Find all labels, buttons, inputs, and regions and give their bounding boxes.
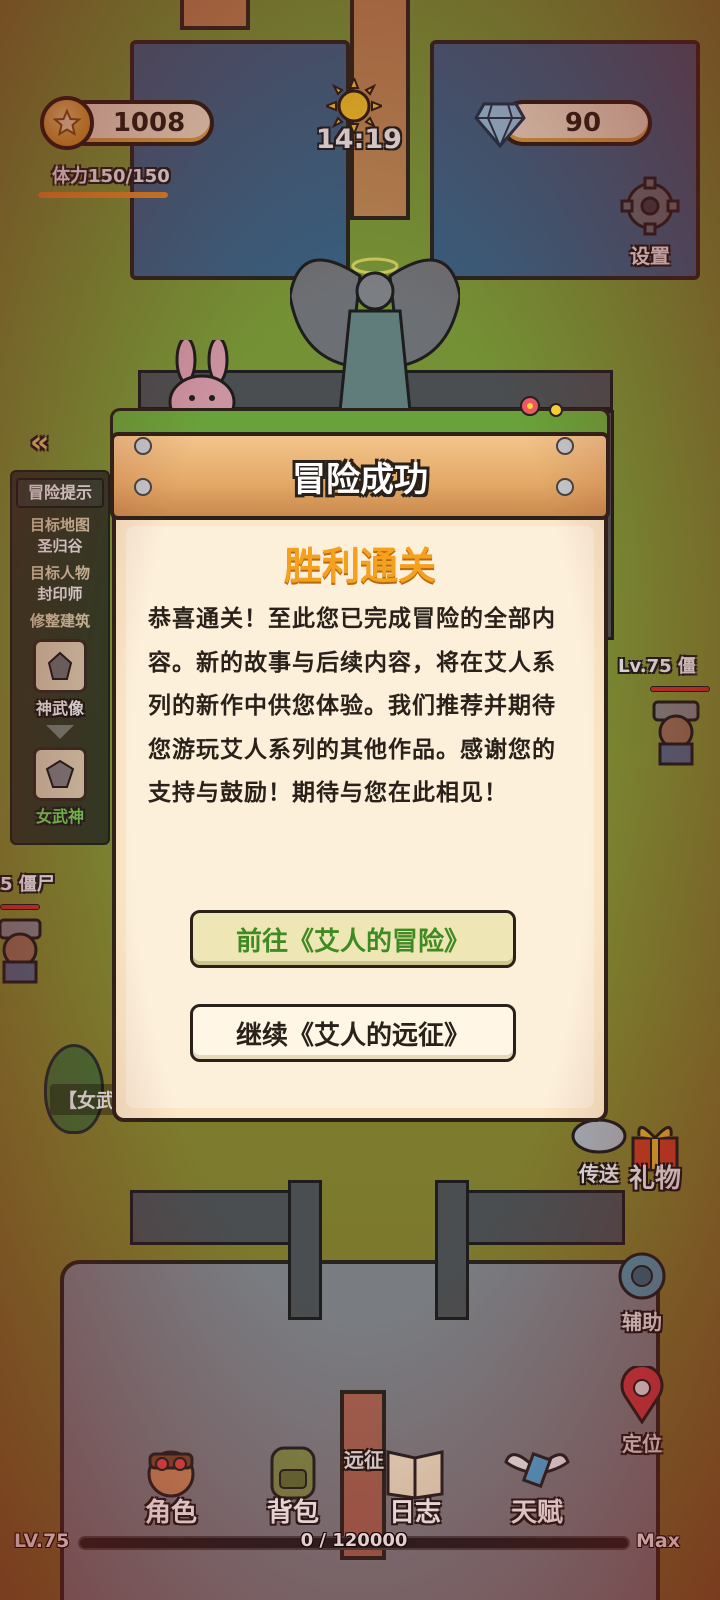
game-screen: 1008 90 14:19 体力150/150 设置 « 冒险提示 目标地图 圣… — [0, 0, 720, 1600]
screw-icon — [556, 478, 574, 496]
nav-talent-label: 天赋 — [510, 1498, 563, 1528]
screw-icon — [134, 437, 152, 455]
nav-character-label: 角色 — [144, 1498, 197, 1528]
nav-journal-label: 日志 — [388, 1498, 441, 1528]
dialog-message: 恭喜通关！至此您已完成冒险的全部内容。新的故事与后续内容，将在艾人系列的新作中供… — [148, 606, 556, 806]
nav-character[interactable]: 角色 — [116, 1440, 226, 1529]
nav-backpack[interactable]: 背包 — [238, 1440, 348, 1529]
continue-expedition-button[interactable]: 继续《艾人的远征》 — [190, 1004, 516, 1062]
max-label: Max — [636, 1530, 680, 1552]
screw-icon — [556, 437, 574, 455]
backpack-icon — [270, 1446, 316, 1500]
go-to-adventure-button[interactable]: 前往《艾人的冒险》 — [190, 910, 516, 968]
nav-backpack-label: 背包 — [266, 1498, 319, 1528]
dialog-title: 冒险成功 — [292, 459, 428, 500]
winged-talent-icon — [504, 1451, 570, 1489]
victory-headline: 胜利通关 — [283, 544, 436, 588]
nav-talent[interactable]: 天赋 — [482, 1440, 592, 1529]
journal-book-icon — [386, 1450, 444, 1500]
dialog-title-plank: 冒险成功 — [110, 432, 610, 520]
xp-text: 0 / 120000 — [300, 1530, 408, 1551]
character-icon — [147, 1450, 195, 1498]
nav-journal[interactable]: 日志 — [360, 1440, 470, 1529]
screw-icon — [134, 478, 152, 496]
flower-icon — [520, 396, 563, 417]
player-level: LV.75 — [14, 1530, 70, 1552]
